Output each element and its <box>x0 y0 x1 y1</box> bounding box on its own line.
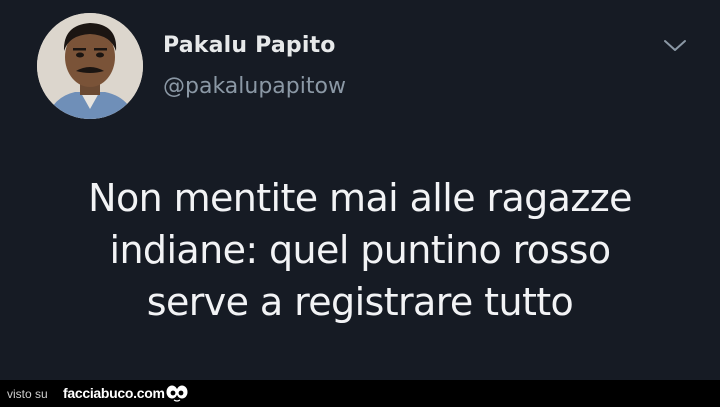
tweet-card: Pakalu Papito @pakalupapitow Non mentite… <box>0 0 720 380</box>
tweet-text-line: indiane: quel puntino rosso <box>109 228 611 272</box>
eyes-icon <box>166 385 188 402</box>
tweet-text: Non mentite mai alle ragazze indiane: qu… <box>0 172 720 328</box>
tweet-text-line: Non mentite mai alle ragazze <box>88 176 632 220</box>
footer-site-name[interactable]: facciabuco.com <box>63 385 165 401</box>
avatar[interactable] <box>37 13 143 119</box>
user-handle[interactable]: @pakalupapitow <box>163 74 346 99</box>
chevron-down-icon[interactable] <box>660 36 690 56</box>
watermark-footer: visto su facciabuco.com <box>0 380 720 407</box>
footer-prefix: visto su <box>7 387 48 401</box>
tweet-text-line: serve a registrare tutto <box>146 280 574 324</box>
profile-photo <box>37 13 143 119</box>
display-name[interactable]: Pakalu Papito <box>163 33 336 58</box>
